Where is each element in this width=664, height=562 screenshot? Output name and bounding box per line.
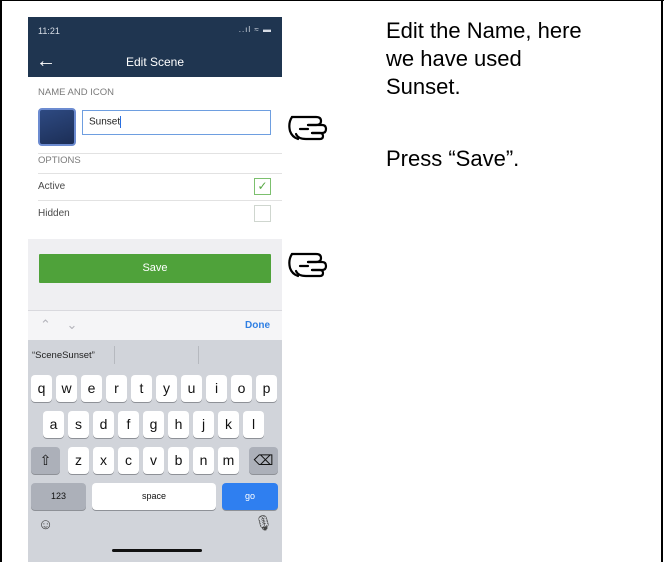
key-d[interactable]: d [93,411,114,438]
scene-form: NAME AND ICON Sunset OPTIONS Active ✓ Hi… [28,77,282,239]
key-n[interactable]: n [193,447,214,474]
key-b[interactable]: b [168,447,189,474]
shift-icon[interactable]: ⇧ [31,447,60,474]
save-button[interactable]: Save [39,254,271,283]
status-indicators: ..ıl ≈ ▬ [238,25,272,34]
active-checkbox[interactable]: ✓ [254,178,271,195]
status-bar: 11:21 ..ıl ≈ ▬ [28,17,282,47]
key-t[interactable]: t [131,375,152,402]
delete-icon[interactable]: ⌫ [249,447,278,474]
table-border-left [0,0,2,562]
key-k[interactable]: k [218,411,239,438]
key-w[interactable]: w [56,375,77,402]
key-c[interactable]: c [118,447,139,474]
phone-screenshot: 11:21 ..ıl ≈ ▬ ← Edit Scene NAME AND ICO… [28,17,282,562]
divider [38,153,282,154]
instruction-line: Edit the Name, here [386,18,582,43]
home-indicator [112,549,202,552]
key-y[interactable]: y [156,375,177,402]
autocorrect-suggestion[interactable]: “SceneSunset” [32,350,95,361]
key-r[interactable]: r [106,375,127,402]
divider [38,173,282,174]
nav-bar: ← Edit Scene [28,47,282,77]
emoji-icon[interactable]: ☺ [38,516,53,533]
key-i[interactable]: i [206,375,227,402]
key-l[interactable]: l [243,411,264,438]
key-u[interactable]: u [181,375,202,402]
page-title: Edit Scene [125,55,185,69]
key-p[interactable]: p [256,375,277,402]
instruction-line: Sunset. [386,74,461,99]
key-m[interactable]: m [218,447,239,474]
status-time: 11:21 [38,26,60,36]
scene-icon-picker[interactable] [38,108,76,146]
chevron-up-down-icon[interactable]: ⌃ ⌄ [40,317,83,333]
key-j[interactable]: j [193,411,214,438]
key-e[interactable]: e [81,375,102,402]
pointing-hand-icon [288,115,328,141]
instruction-line: we have used [386,46,522,71]
table-border-right [661,0,663,562]
divider [38,200,282,201]
key-q[interactable]: q [31,375,52,402]
keyboard: “SceneSunset” q w e r t y u i o p a s d … [28,340,282,562]
numbers-key[interactable]: 123 [31,483,86,510]
option-hidden-label: Hidden [38,208,70,219]
key-z[interactable]: z [68,447,89,474]
scene-name-input[interactable]: Sunset [82,110,271,135]
suggestion-divider [198,346,199,364]
key-a[interactable]: a [43,411,64,438]
space-key[interactable]: space [92,483,216,510]
key-s[interactable]: s [68,411,89,438]
key-v[interactable]: v [143,447,164,474]
instruction-line: Press “Save”. [386,146,520,171]
key-h[interactable]: h [168,411,189,438]
keyboard-toolbar: ⌃ ⌄ Done [28,310,282,340]
done-button[interactable]: Done [245,320,270,331]
options-header: OPTIONS [38,155,81,166]
key-f[interactable]: f [118,411,139,438]
key-x[interactable]: x [93,447,114,474]
go-key[interactable]: go [222,483,278,510]
suggestion-divider [114,346,115,364]
pointing-hand-icon [288,252,328,278]
table-border-top [0,0,664,1]
microphone-icon[interactable]: 🎙 [254,514,273,532]
key-o[interactable]: o [231,375,252,402]
key-g[interactable]: g [143,411,164,438]
name-icon-header: NAME AND ICON [38,87,115,98]
option-active-label: Active [38,181,66,192]
hidden-checkbox[interactable] [254,205,271,222]
